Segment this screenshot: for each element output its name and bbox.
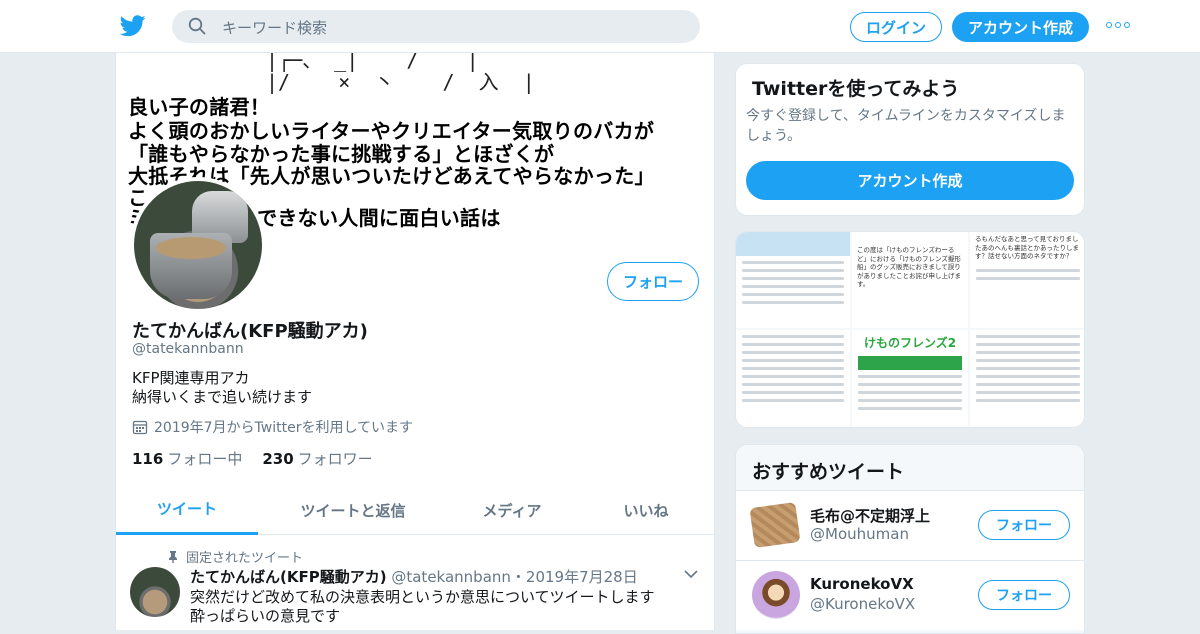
user-avatar[interactable] — [749, 501, 801, 549]
profile-column: |┌─、 _| / | |/ × 丶 / 入 | 良い子の諸君！ よく頭のおかし… — [115, 53, 715, 630]
followers-link[interactable]: 230 フォロワー — [262, 448, 372, 469]
joined-date: 2019年7月からTwitterを利用しています — [132, 417, 413, 437]
create-account-button[interactable]: アカウント作成 — [746, 161, 1074, 200]
banner-ascii-art: |┌─、 _| / | |/ × 丶 / 入 | — [266, 53, 535, 94]
tweet-author-name[interactable]: たてかんばん(KFP騒動アカ) — [190, 568, 387, 586]
media-thumbnail[interactable]: るもんだなあと思って見ておりましたあのへんも裏話とかあったりします？話せない方面… — [970, 232, 1084, 328]
signup-prompt-description: 今すぐ登録して、タイムラインをカスタマイズしましょう。 — [746, 108, 1066, 144]
signup-prompt-card: Twitterを使ってみよう 今すぐ登録して、タイムラインをカスタマイズしましょ… — [735, 63, 1085, 216]
signup-button[interactable]: アカウント作成 — [952, 12, 1089, 42]
tab-media[interactable]: メディア — [448, 485, 576, 535]
tweet-avatar[interactable] — [130, 567, 180, 617]
pinned-tweet[interactable]: 固定されたツイート たてかんばん(KFP騒動アカ) @tatekannbann・… — [116, 535, 714, 630]
search-icon — [188, 17, 206, 35]
tweet-author-handle[interactable]: @tatekannbann — [391, 568, 511, 586]
more-options-icon[interactable] — [1106, 22, 1130, 30]
profile-name[interactable]: たてかんばん(KFP騒動アカ) — [132, 317, 368, 343]
tab-tweets-and-replies[interactable]: ツイートと返信 — [258, 485, 448, 535]
signup-prompt-title: Twitterを使ってみよう — [752, 78, 960, 100]
chevron-down-icon[interactable] — [684, 569, 698, 579]
search-input[interactable]: キーワード検索 — [222, 17, 327, 38]
recommended-user[interactable]: KuronekoVX @KuronekoVX フォロー — [736, 560, 1084, 630]
recommended-tweets-card: おすすめツイート 毛布@不定期浮上 @Mouhuman フォロー Kuronek… — [735, 444, 1085, 634]
tweet-header: たてかんばん(KFP騒動アカ) @tatekannbann・2019年7月28日 — [190, 566, 638, 587]
profile-handle[interactable]: @tatekannbann — [132, 341, 244, 357]
tab-tweets[interactable]: ツイート — [116, 485, 258, 535]
bio-line: 納得いくまで追い続けます — [132, 388, 313, 406]
recommended-user[interactable]: 毛布@不定期浮上 @Mouhuman フォロー — [736, 490, 1084, 560]
joined-text: 2019年7月からTwitterを利用しています — [154, 420, 414, 436]
tweet-text: 突然だけど改めて私の決意表明というか意思についてツイートします 酔っぱらいの意見… — [190, 588, 655, 625]
follow-button[interactable]: フォロー — [978, 580, 1070, 610]
profile-tabs: ツイート ツイートと返信 メディア いいね — [116, 485, 714, 535]
tab-likes[interactable]: いいね — [576, 485, 714, 535]
media-thumbnail[interactable] — [970, 330, 1084, 427]
media-thumbnail[interactable] — [736, 330, 850, 427]
pinned-label: 固定されたツイート — [168, 547, 303, 566]
media-thumbnail[interactable]: けものフレンズ2 — [852, 330, 968, 427]
follow-button[interactable]: フォロー — [607, 262, 699, 301]
following-link[interactable]: 116 フォロー中 — [132, 448, 242, 469]
top-navigation-bar: キーワード検索 ログイン アカウント作成 — [0, 0, 1200, 53]
profile-avatar[interactable] — [130, 177, 266, 313]
media-thumbnail[interactable] — [736, 232, 850, 328]
media-thumbnail-grid: この度は「けものフレンズわーるど」における「けものフレンズ擬形船」のグッズ販売に… — [735, 231, 1085, 428]
search-bar[interactable]: キーワード検索 — [172, 10, 700, 43]
follow-button[interactable]: フォロー — [978, 510, 1070, 540]
profile-bio: KFP関連専用アカ 納得いくまで追い続けます — [132, 369, 312, 407]
tweet-date[interactable]: ・2019年7月28日 — [511, 568, 638, 586]
user-handle[interactable]: @KuronekoVX — [810, 595, 915, 613]
twitter-logo-icon[interactable] — [120, 14, 146, 38]
user-avatar[interactable] — [752, 571, 800, 619]
user-handle[interactable]: @Mouhuman — [810, 525, 909, 543]
login-button[interactable]: ログイン — [850, 12, 942, 42]
user-name[interactable]: KuronekoVX — [810, 575, 914, 593]
follow-counts: 116 フォロー中 230 フォロワー — [132, 448, 373, 469]
bio-line: KFP関連専用アカ — [132, 369, 250, 387]
calendar-icon — [132, 420, 148, 435]
user-name[interactable]: 毛布@不定期浮上 — [810, 505, 930, 526]
pin-icon — [169, 550, 177, 563]
media-thumbnail[interactable]: この度は「けものフレンズわーるど」における「けものフレンズ擬形船」のグッズ販売に… — [852, 232, 968, 328]
recommended-title: おすすめツイート — [752, 461, 905, 483]
